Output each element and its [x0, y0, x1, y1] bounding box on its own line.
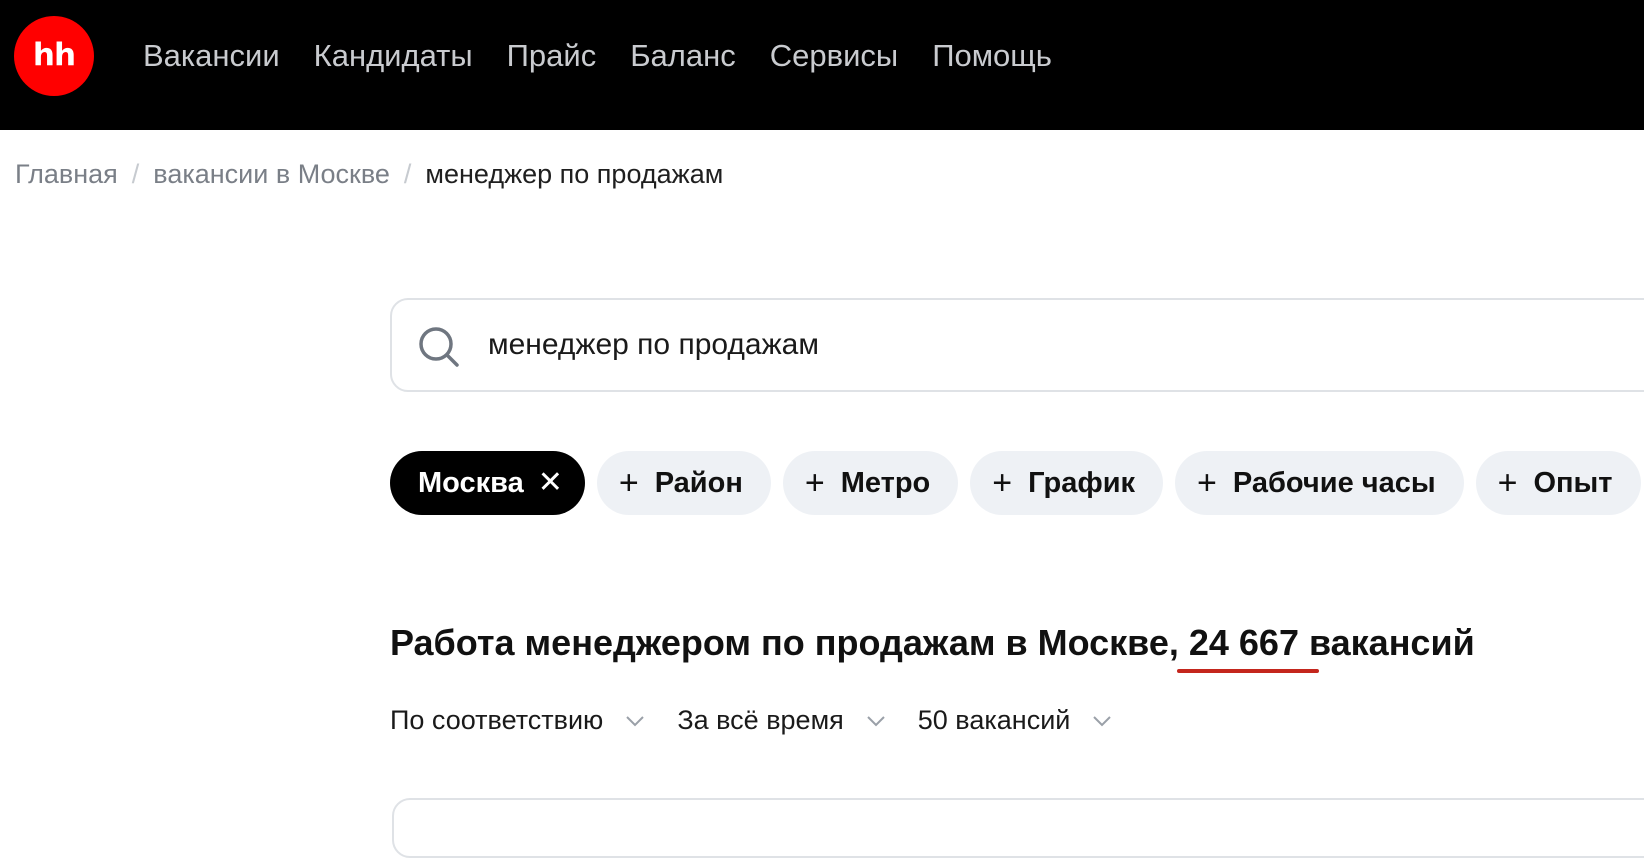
sort-relevance-dropdown[interactable]: По соответствию [390, 705, 645, 736]
results-count: 24 667 [1188, 622, 1299, 663]
chip-district[interactable]: + Район [596, 451, 771, 515]
chevron-down-icon [867, 715, 885, 726]
nav-item-vacancies[interactable]: Вакансии [143, 36, 280, 76]
logo-text: hh [32, 36, 76, 73]
search-box[interactable] [390, 298, 1644, 392]
nav-item-candidates[interactable]: Кандидаты [314, 36, 473, 76]
results-title: Работа менеджером по продажам в Москве, … [390, 620, 1475, 673]
chevron-down-icon [626, 715, 645, 726]
chip-schedule[interactable]: + График [970, 451, 1164, 515]
chip-working-hours[interactable]: + Рабочие часы [1175, 451, 1464, 515]
plus-icon: + [804, 464, 825, 502]
period-label: За всё время [677, 705, 844, 735]
sort-controls: По соответствию За всё время 50 вакансий [390, 705, 1144, 736]
close-icon[interactable]: ✕ [538, 468, 563, 498]
plus-icon: + [1497, 464, 1518, 502]
chip-experience-label: Опыт [1533, 466, 1613, 499]
top-navigation-bar: hh Вакансии Кандидаты Прайс Баланс Серви… [0, 0, 1644, 130]
main-nav: Вакансии Кандидаты Прайс Баланс Сервисы … [143, 36, 1086, 76]
chip-metro-label: Метро [840, 466, 931, 499]
period-dropdown[interactable]: За всё время [677, 705, 885, 736]
breadcrumb-separator: / [403, 159, 412, 189]
chip-schedule-label: График [1028, 466, 1136, 499]
nav-item-services[interactable]: Сервисы [770, 36, 898, 76]
search-input[interactable] [488, 320, 1388, 370]
sort-relevance-label: По соответствию [390, 705, 604, 735]
count-underline-annotation [1176, 669, 1319, 673]
chip-moscow[interactable]: Москва ✕ [390, 451, 585, 515]
chip-experience[interactable]: + Опыт [1475, 451, 1641, 515]
breadcrumb-current: менеджер по продажам [425, 159, 724, 189]
plus-icon: + [1197, 464, 1217, 502]
chevron-down-icon [1093, 715, 1112, 726]
chip-district-label: Район [654, 466, 743, 499]
results-title-prefix: Работа менеджером по продажам в Москве, [390, 622, 1189, 663]
breadcrumb-separator: / [131, 159, 140, 189]
plus-icon: + [992, 464, 1013, 502]
chip-metro[interactable]: + Метро [782, 451, 959, 515]
nav-item-balance[interactable]: Баланс [630, 36, 736, 76]
hh-logo[interactable]: hh [14, 16, 94, 96]
chip-moscow-label: Москва [418, 466, 524, 499]
search-icon[interactable] [416, 324, 462, 370]
results-title-suffix: вакансий [1298, 622, 1475, 663]
per-page-dropdown[interactable]: 50 вакансий [918, 705, 1113, 736]
chip-working-hours-label: Рабочие часы [1232, 466, 1436, 499]
nav-item-help[interactable]: Помощь [932, 36, 1052, 76]
results-count-wrap: 24 667 [1176, 620, 1319, 673]
nav-item-price[interactable]: Прайс [507, 36, 597, 76]
breadcrumb-moscow-vacancies[interactable]: вакансии в Москве [153, 156, 390, 192]
per-page-label: 50 вакансий [917, 705, 1071, 735]
breadcrumb-home[interactable]: Главная [15, 156, 118, 192]
vacancy-card[interactable] [392, 798, 1644, 858]
breadcrumb: Главная / вакансии в Москве / менеджер п… [15, 156, 723, 192]
filter-chips: Москва ✕ + Район + Метро + График + Рабо… [390, 451, 1644, 515]
plus-icon: + [618, 464, 639, 502]
